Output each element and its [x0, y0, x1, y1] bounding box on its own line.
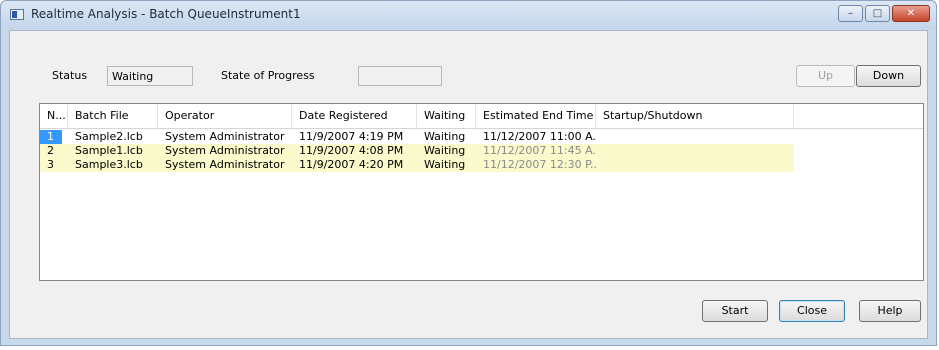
close-window-button[interactable]: ✕	[892, 5, 930, 22]
row-number-cell: 2	[47, 144, 54, 157]
row-number-cell: 3	[47, 158, 54, 171]
maximize-button[interactable]: □	[865, 5, 890, 22]
table-row[interactable]: 1 Sample2.lcb System Administrator 11/9/…	[40, 130, 794, 144]
estimated-end-time-cell: 11/12/2007 12:30 P...	[483, 158, 596, 171]
progress-label: State of Progress	[221, 69, 315, 82]
title-bar[interactable]: Realtime Analysis - Batch QueueInstrumen…	[1, 1, 936, 29]
batch-queue-window: Realtime Analysis - Batch QueueInstrumen…	[0, 0, 937, 346]
waiting-cell: Waiting	[424, 144, 466, 157]
close-icon: ✕	[906, 8, 916, 19]
caption-buttons: – □ ✕	[838, 5, 930, 22]
minimize-icon: –	[848, 8, 853, 19]
startup-shutdown-cell	[596, 158, 794, 172]
estimated-end-time-cell: 11/12/2007 11:00 A...	[483, 130, 596, 143]
maximize-icon: □	[872, 8, 883, 19]
operator-cell: System Administrator	[165, 144, 285, 157]
operator-cell: System Administrator	[165, 158, 285, 171]
column-header-estimated-end-time[interactable]: Estimated End Time	[476, 104, 596, 128]
estimated-end-time-cell: 11/12/2007 11:45 A...	[483, 144, 596, 157]
column-header-startup-shutdown[interactable]: Startup/Shutdown	[596, 104, 794, 128]
startup-shutdown-cell	[596, 130, 794, 144]
waiting-cell: Waiting	[424, 158, 466, 171]
up-button[interactable]: Up	[796, 65, 855, 87]
list-header: N... Batch File Operator Date Registered…	[40, 104, 923, 129]
close-button[interactable]: Close	[779, 300, 845, 322]
batch-file-cell: Sample2.lcb	[75, 130, 143, 143]
column-header-date-registered[interactable]: Date Registered	[292, 104, 417, 128]
minimize-button[interactable]: –	[838, 5, 863, 22]
waiting-cell: Waiting	[424, 130, 466, 143]
batch-file-cell: Sample3.lcb	[75, 158, 143, 171]
start-button[interactable]: Start	[702, 300, 768, 322]
client-area: Status Waiting State of Progress Up Down…	[9, 30, 928, 339]
table-row[interactable]: 2 Sample1.lcb System Administrator 11/9/…	[40, 144, 794, 158]
status-label: Status	[52, 69, 88, 82]
status-field: Waiting	[107, 66, 193, 86]
column-header-waiting[interactable]: Waiting	[417, 104, 476, 128]
row-number-cell: 1	[40, 130, 62, 144]
app-icon	[10, 9, 24, 20]
column-header-operator[interactable]: Operator	[158, 104, 292, 128]
batch-queue-list[interactable]: N... Batch File Operator Date Registered…	[39, 103, 924, 281]
help-button[interactable]: Help	[859, 300, 921, 322]
progress-field	[358, 66, 442, 86]
date-registered-cell: 11/9/2007 4:08 PM	[299, 144, 404, 157]
date-registered-cell: 11/9/2007 4:19 PM	[299, 130, 404, 143]
batch-file-cell: Sample1.lcb	[75, 144, 143, 157]
table-row[interactable]: 3 Sample3.lcb System Administrator 11/9/…	[40, 158, 794, 172]
startup-shutdown-cell	[596, 144, 794, 158]
date-registered-cell: 11/9/2007 4:20 PM	[299, 158, 404, 171]
window-title: Realtime Analysis - Batch QueueInstrumen…	[31, 7, 301, 21]
column-header-number[interactable]: N...	[40, 104, 68, 128]
down-button[interactable]: Down	[856, 65, 921, 87]
column-header-batch-file[interactable]: Batch File	[68, 104, 158, 128]
operator-cell: System Administrator	[165, 130, 285, 143]
